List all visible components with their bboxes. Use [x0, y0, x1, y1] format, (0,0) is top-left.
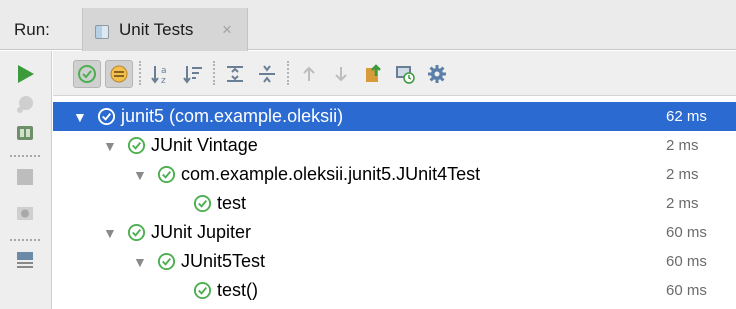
tree-row-junit5test[interactable]: ▼ JUnit5Test 60 ms [53, 247, 736, 276]
separator [10, 239, 40, 241]
tree-row-duration: 60 ms [666, 253, 707, 270]
tree-row-duration: 2 ms [666, 195, 699, 212]
test-config-icon [95, 25, 109, 39]
tree-row-test-method[interactable]: test() 60 ms [53, 276, 736, 305]
passed-check-icon [127, 223, 146, 242]
previous-failed-button[interactable] [295, 60, 323, 88]
test-results-tree: ▼ junit5 (com.example.oleksii) 62 ms ▼ J… [53, 96, 736, 309]
tree-row-junit4test[interactable]: ▼ com.example.oleksii.junit5.JUnit4Test … [53, 160, 736, 189]
passed-check-icon [127, 136, 146, 155]
sort-alpha-icon: az [151, 66, 167, 85]
tree-row-label: JUnit5Test [181, 251, 266, 271]
test-history-button[interactable] [391, 60, 419, 88]
expand-arrow-icon[interactable]: ▼ [103, 138, 117, 154]
collapse-all-icon [259, 65, 275, 83]
layout-button[interactable] [12, 247, 38, 273]
run-tool-window-header: Run: Unit Tests × [0, 0, 736, 51]
tree-row-junit-vintage[interactable]: ▼ JUnit Vintage 2 ms [53, 131, 736, 160]
passed-check-icon [157, 165, 176, 184]
rerun-failed-icon [17, 96, 33, 113]
expand-arrow-icon[interactable]: ▼ [73, 109, 87, 125]
stop-button[interactable] [12, 164, 38, 190]
gear-icon [428, 65, 446, 83]
expand-arrow-icon[interactable]: ▼ [103, 225, 117, 241]
left-toolbar [0, 51, 52, 309]
tree-row-label: com.example.oleksii.junit5.JUnit4Test [181, 164, 481, 184]
export-results-button[interactable] [359, 60, 387, 88]
tree-row-test[interactable]: test 2 ms [53, 189, 736, 218]
tree-row-duration: 62 ms [666, 108, 707, 125]
arrow-down-icon [335, 67, 347, 82]
check-circle-icon [78, 65, 96, 83]
tree-row-duration: 2 ms [666, 166, 699, 183]
auto-test-icon [17, 126, 33, 140]
separator [10, 155, 40, 157]
tree-row-label: test() [217, 280, 259, 300]
sort-by-duration-button[interactable] [179, 60, 207, 88]
tab-label: Unit Tests [119, 20, 194, 39]
separator [287, 61, 289, 85]
ignored-icon [110, 65, 128, 83]
passed-check-icon [193, 194, 212, 213]
expand-all-button[interactable] [221, 60, 249, 88]
separator [139, 61, 141, 85]
tree-row-label: test [217, 193, 247, 213]
svg-text:z: z [161, 76, 166, 85]
tab-unit-tests[interactable]: Unit Tests × [82, 8, 248, 51]
run-label: Run: [14, 20, 50, 39]
layout-icon [17, 252, 33, 268]
export-icon [366, 64, 381, 82]
screenshot-button[interactable] [12, 200, 38, 226]
expand-arrow-icon[interactable]: ▼ [133, 167, 147, 183]
test-runner-toolbar: az [53, 51, 736, 96]
history-icon [396, 66, 415, 84]
settings-button[interactable] [423, 60, 451, 88]
toggle-auto-test-button[interactable] [12, 121, 38, 147]
next-failed-button[interactable] [327, 60, 355, 88]
tab-close-button[interactable]: × [222, 20, 232, 40]
passed-check-icon [193, 281, 212, 300]
sort-duration-icon [183, 66, 202, 84]
tree-row-duration: 60 ms [666, 282, 707, 299]
camera-icon [17, 207, 33, 220]
tree-row-junit-jupiter[interactable]: ▼ JUnit Jupiter 60 ms [53, 218, 736, 247]
expand-arrow-icon[interactable]: ▼ [133, 254, 147, 270]
stop-icon [17, 169, 33, 185]
show-passed-button[interactable] [73, 60, 101, 88]
separator [213, 61, 215, 85]
passed-check-icon [157, 252, 176, 271]
expand-all-icon [227, 66, 243, 82]
tree-row-junit5[interactable]: ▼ junit5 (com.example.oleksii) 62 ms [53, 102, 736, 131]
show-ignored-button[interactable] [105, 60, 133, 88]
rerun-failed-button[interactable] [12, 91, 38, 117]
tree-row-duration: 60 ms [666, 224, 707, 241]
arrow-up-icon [303, 66, 315, 81]
svg-text:a: a [161, 66, 167, 76]
play-icon [18, 65, 34, 83]
sort-alphabetically-button[interactable]: az [147, 60, 175, 88]
tree-row-label: JUnit Jupiter [151, 222, 252, 242]
tree-row-label: JUnit Vintage [151, 135, 258, 155]
collapse-all-button[interactable] [253, 60, 281, 88]
rerun-button[interactable] [12, 61, 38, 87]
passed-check-icon [97, 107, 116, 126]
tree-row-label: junit5 (com.example.oleksii) [121, 106, 344, 126]
tree-row-duration: 2 ms [666, 137, 699, 154]
